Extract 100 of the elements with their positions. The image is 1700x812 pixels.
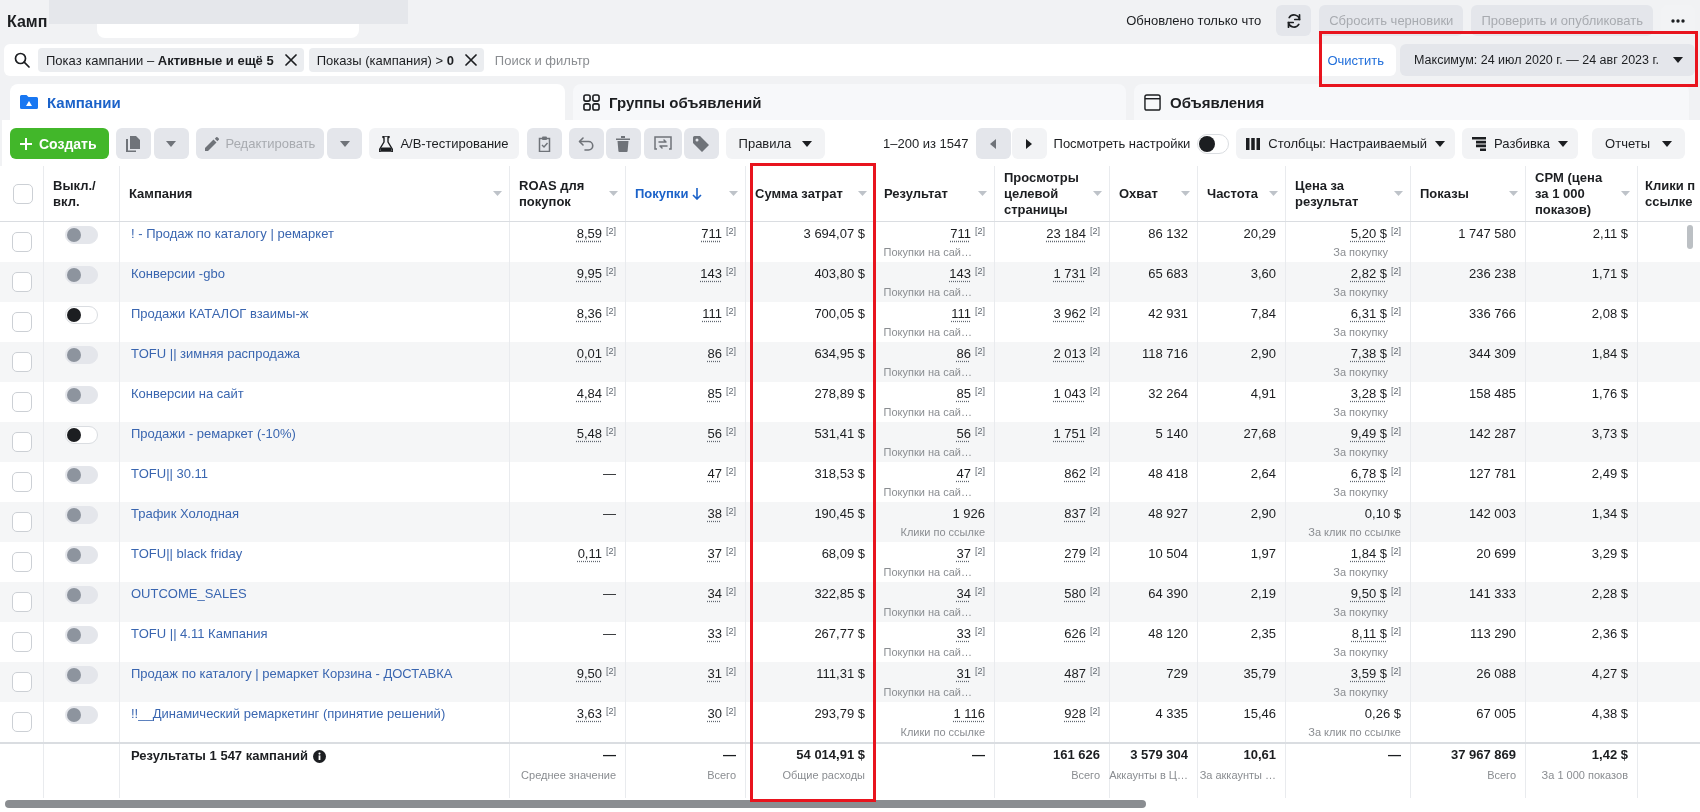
tab[interactable]: Объявления <box>1134 84 1689 120</box>
metric-caption: Клики по ссылке <box>900 725 985 739</box>
date-range-button[interactable]: Максимум: 24 июл 2020 г. — 24 авг 2023 г. <box>1400 44 1695 76</box>
footnote-mark: [2] <box>606 666 616 676</box>
metric-value: 34 <box>956 586 971 602</box>
footnote-mark: [2] <box>1090 346 1100 356</box>
column-header[interactable]: Цена за результат <box>1286 166 1411 221</box>
rules-button[interactable]: Правила <box>725 128 826 159</box>
summary-value: 161 626 <box>1053 747 1100 763</box>
next-page-button[interactable] <box>1011 128 1047 159</box>
footnote-mark: [2] <box>606 546 616 556</box>
column-header[interactable]: Сумма затрат <box>746 166 875 221</box>
flask-icon <box>379 135 394 152</box>
metric-value: 35,79 <box>1243 666 1276 682</box>
campaign-name-link[interactable]: Продажи КАТАЛОГ взаимы-ж <box>131 306 309 321</box>
metric-value: 68,09 $ <box>821 546 865 562</box>
column-header[interactable]: Охват <box>1110 166 1198 221</box>
caret-icon <box>1269 191 1278 196</box>
metric-caption: За покупку <box>1333 685 1388 699</box>
refresh-icon <box>1285 12 1302 29</box>
metric-value: 111 <box>702 306 722 322</box>
info-icon[interactable] <box>313 750 326 763</box>
column-header[interactable]: Клики п ссылке <box>1638 166 1699 221</box>
status-toggle[interactable] <box>65 426 98 444</box>
metric-value: 4,27 $ <box>1591 666 1628 682</box>
filter-bar[interactable]: Показ кампании – Активные и ещё 5 Показы (кампания) > 0 Поиск и фильтр <box>4 44 1318 76</box>
scrollbar-thumb[interactable] <box>5 800 1146 808</box>
search-input[interactable]: Поиск и фильтр <box>494 50 1318 70</box>
row-checkbox[interactable] <box>11 432 32 452</box>
select-all-checkbox[interactable] <box>12 183 33 204</box>
footnote-mark: [2] <box>726 266 736 276</box>
metric-value: 1 926 <box>952 506 985 522</box>
metric-value: 9,95 <box>576 266 602 282</box>
column-header[interactable]: Показы <box>1411 166 1526 221</box>
column-header[interactable]: ROAS для покупок <box>510 166 626 221</box>
footnote-mark: [2] <box>1391 386 1401 396</box>
plus-icon <box>20 137 32 150</box>
metric-value: 729 <box>1166 666 1188 682</box>
reports-button[interactable]: Отчеты <box>1592 128 1685 159</box>
metric-value: 1,84 $ <box>1591 346 1628 362</box>
tab[interactable]: Кампании <box>10 84 565 120</box>
metric-value: 42 931 <box>1148 306 1188 322</box>
summary-value: 1,42 $ <box>1591 747 1628 763</box>
column-header[interactable]: Частота <box>1198 166 1286 221</box>
caret-icon <box>1093 191 1102 196</box>
footnote-mark: [2] <box>726 706 736 716</box>
metric-value: 279 <box>1064 546 1086 562</box>
metric-caption: Покупки на сай… <box>883 565 972 579</box>
footnote-mark: [2] <box>975 546 985 556</box>
caret-icon <box>1662 140 1672 147</box>
breakdown-button[interactable]: Разбивка <box>1462 128 1579 159</box>
clear-link[interactable]: Очистить <box>1317 44 1396 76</box>
metric-caption: За покупку <box>1333 325 1388 339</box>
caret-icon <box>1621 191 1630 196</box>
view-settings-toggle[interactable] <box>1197 133 1230 154</box>
page-title: Камп <box>7 12 48 32</box>
close-icon[interactable] <box>284 54 297 66</box>
columns-button[interactable]: Столбцы: Настраиваемый <box>1236 128 1456 159</box>
column-header[interactable]: CPM (цена за 1 000 показов) <box>1526 166 1638 221</box>
metric-value: 1 747 580 <box>1458 226 1516 242</box>
ab-test-button[interactable]: A/B-тестирование <box>369 128 519 159</box>
metric-value: 30 <box>707 706 722 722</box>
metric-value: 0,10 $ <box>1364 506 1401 522</box>
refresh-button[interactable] <box>1276 5 1312 36</box>
metric-caption: За покупку <box>1333 485 1388 499</box>
metric-value: 580 <box>1064 586 1086 602</box>
metric-value: 47 <box>707 466 722 482</box>
footnote-mark: [2] <box>726 346 736 356</box>
summary-value: 37 967 869 <box>1450 747 1516 763</box>
undo-icon <box>578 136 595 151</box>
tab[interactable]: Группы объявлений <box>573 84 1126 120</box>
campaign-name-link[interactable]: Продажи - ремаркет (-10%) <box>131 426 296 441</box>
footnote-mark: [2] <box>975 226 985 236</box>
summary-caption: За 1 000 показов <box>1541 768 1628 782</box>
metric-caption: За покупку <box>1333 365 1388 379</box>
caret-icon <box>1509 191 1518 196</box>
selector-field[interactable] <box>97 24 360 38</box>
column-header[interactable]: Просмотры целевой страницы <box>995 166 1110 221</box>
summary-value: — <box>972 747 985 763</box>
column-header[interactable]: Покупки <box>626 166 746 221</box>
metric-value: 3,60 <box>1250 266 1276 282</box>
column-header[interactable]: Результат <box>875 166 995 221</box>
metric-value: 344 309 <box>1469 346 1516 362</box>
update-status: Обновлено только что <box>1126 13 1262 28</box>
metric-value: 142 287 <box>1469 426 1516 442</box>
metric-value: 318,53 $ <box>814 466 865 482</box>
scrollbar-thumb[interactable] <box>1687 225 1693 249</box>
row-checkbox[interactable] <box>11 312 32 332</box>
metric-caption: Покупки на сай… <box>883 685 972 699</box>
column-header[interactable]: Выкл./вкл. <box>44 166 120 221</box>
filter-chip[interactable]: Показ кампании – Активные и ещё 5 <box>38 48 304 72</box>
column-header[interactable]: Кампания <box>120 166 510 221</box>
metric-value: 2,08 $ <box>1591 306 1628 322</box>
filter-chip[interactable]: Показы (кампания) > 0 <box>308 48 484 72</box>
close-icon[interactable] <box>464 54 477 66</box>
status-toggle[interactable] <box>65 306 98 324</box>
metric-value: 2,19 <box>1250 586 1276 602</box>
metric-value: 64 390 <box>1148 586 1188 602</box>
footnote-mark: [2] <box>1090 306 1100 316</box>
footnote-mark: [2] <box>726 426 736 436</box>
